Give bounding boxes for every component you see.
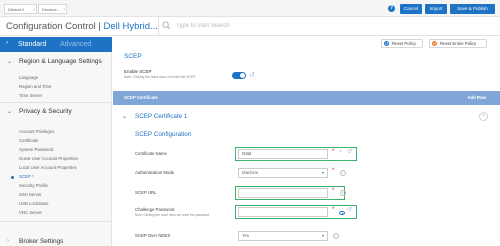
sidebar-item-security-profile[interactable]: Security Profile: [19, 183, 48, 189]
challenge-password-label: Challenge Password: [135, 207, 175, 212]
search-icon: [162, 21, 171, 30]
scep-url-input[interactable]: [238, 188, 328, 198]
required-icon: *: [332, 149, 335, 155]
chevron-down-icon: ⌄: [122, 114, 128, 120]
reset-entire-policy-button[interactable]: ↺ Reset Entire Policy: [429, 39, 487, 48]
undo-icon[interactable]: ↺: [347, 206, 352, 213]
challenge-password-note: Note: Clicking the reset does not reset …: [135, 213, 210, 217]
add-row-button[interactable]: Add Row: [467, 95, 486, 100]
chevron-right-icon[interactable]: ›: [6, 40, 8, 46]
tab-standard[interactable]: Standard: [18, 40, 46, 49]
selected-value: Yes: [242, 233, 250, 238]
tab-advanced[interactable]: Advanced: [60, 40, 91, 49]
divider: [158, 17, 159, 36]
help-icon[interactable]: ?: [388, 5, 395, 12]
required-icon: *: [332, 207, 335, 213]
chevron-down-icon: ▾: [321, 170, 324, 175]
toggle-knob: [240, 73, 245, 78]
bar-label: SCEP Certificate: [124, 95, 158, 100]
chevron-down-icon: ▾: [321, 233, 324, 238]
eye-icon[interactable]: [339, 211, 345, 215]
page-title: Configuration Control | Dell Hybrid...: [6, 21, 158, 32]
required-icon: *: [332, 168, 335, 174]
title-row: Configuration Control | Dell Hybrid...: [0, 17, 500, 36]
sidebar-item-vnc-server[interactable]: VNC Server: [19, 210, 42, 216]
clear-icon[interactable]: ×: [339, 149, 342, 155]
certificate-name-label: Certificate Name: [135, 151, 167, 156]
divider: [0, 221, 112, 222]
search-input[interactable]: [176, 20, 376, 32]
breadcrumb-label: Default 0: [8, 7, 25, 12]
import-button[interactable]: Import: [425, 4, 447, 14]
sidebar-item-system-password[interactable]: System Password: [19, 147, 53, 153]
button-label: Reset Entire Policy: [440, 41, 477, 46]
authentication-mode-select[interactable]: Machine ▾: [238, 168, 328, 178]
scep-certificate-1-header[interactable]: ⌄ SCEP Certificate 1 ×: [113, 112, 500, 124]
sidebar-section-label: Broker Settings: [19, 238, 64, 245]
enable-scep-note: Note: Clicking the reset does not reset …: [124, 75, 196, 79]
sidebar-section-region[interactable]: ⌄ Region & Language Settings: [0, 55, 112, 69]
chevron-down-icon: ⌄: [7, 59, 13, 65]
required-icon: *: [332, 188, 335, 194]
undo-icon[interactable]: ↺: [249, 71, 255, 79]
main-panel: ↺ Reset Policy ↺ Reset Entire Policy SCE…: [113, 37, 500, 246]
enable-scep-label: Enable SCEP: [124, 69, 152, 74]
chevron-down-icon: ⌄: [7, 109, 13, 115]
scep-certificate-bar: SCEP Certificate Add Row: [113, 91, 500, 105]
scep-url-label: SCEP URL: [135, 190, 157, 195]
enable-scep-toggle[interactable]: [232, 72, 246, 79]
breadcrumb-label: Devsure...: [42, 7, 61, 12]
certificate-name-input[interactable]: Gstd: [238, 149, 328, 159]
divider: [0, 102, 112, 103]
sidebar-section-label: Privacy & Security: [19, 108, 72, 115]
sidebar-item-guest-user[interactable]: Guest User Account Properties: [19, 156, 78, 162]
reset-policy-button[interactable]: ↺ Reset Policy: [381, 39, 423, 48]
sidebar-item-time-server[interactable]: Time Server: [19, 93, 42, 99]
save-publish-button[interactable]: Save & Publish: [450, 4, 495, 14]
sidebar-item-language[interactable]: Language: [19, 75, 38, 81]
sidebar-item-region-time[interactable]: Region and Time: [19, 84, 52, 90]
info-icon[interactable]: i: [333, 233, 339, 239]
scep-over-ndes-select[interactable]: Yes ▾: [238, 231, 328, 241]
sidebar-item-ssh-server[interactable]: SSH Server: [19, 192, 42, 198]
chevron-right-icon: ›: [7, 238, 9, 244]
top-bar: Default 0 › Devsure... › ? Cancel Import S…: [0, 0, 500, 17]
section-heading: SCEP Configuration: [135, 131, 192, 138]
sidebar-section-broker[interactable]: › Broker Settings: [0, 235, 112, 246]
authentication-mode-label: Authentication Mode: [135, 170, 175, 175]
sidebar: › Standard Advanced ⌄ Region & Language …: [0, 37, 112, 246]
sidebar-item-usb-lockdown[interactable]: USB Lockdown: [19, 201, 48, 207]
sidebar-section-label: Region & Language Settings: [19, 58, 102, 65]
reset-icon: ↺: [384, 41, 389, 46]
button-label: Reset Policy: [392, 41, 416, 46]
tab-bar: › Standard Advanced: [0, 37, 112, 52]
certificate-label: SCEP Certificate 1: [135, 113, 188, 120]
remove-icon[interactable]: ×: [479, 112, 488, 121]
reset-icon: ↺: [432, 41, 437, 46]
info-icon[interactable]: i: [340, 190, 346, 196]
undo-icon[interactable]: ↺: [347, 148, 352, 155]
page-title-device: Dell Hybrid...: [103, 21, 158, 32]
sidebar-item-scep[interactable]: SCEP *: [19, 174, 34, 180]
chevron-right-icon: ›: [33, 7, 35, 13]
breadcrumb-item-device[interactable]: Devsure... ›: [38, 4, 67, 14]
selected-value: Machine: [242, 170, 259, 175]
challenge-password-input[interactable]: [238, 207, 328, 217]
chevron-right-icon: ›: [63, 7, 65, 13]
sidebar-section-privacy[interactable]: ⌄ Privacy & Security: [0, 105, 112, 119]
page-title-prefix: Configuration Control |: [6, 21, 104, 32]
section-heading: SCEP: [124, 53, 142, 60]
cancel-button[interactable]: Cancel: [400, 4, 422, 14]
breadcrumb-item-default[interactable]: Default 0 ›: [4, 4, 37, 14]
sidebar-item-account-privileges[interactable]: Account Privileges: [19, 129, 54, 135]
info-icon[interactable]: i: [340, 170, 346, 176]
scep-over-ndes-label: SCEP Over NDES: [135, 233, 171, 238]
sidebar-item-local-user[interactable]: Local User Account Properties: [19, 165, 77, 171]
sidebar-item-certificate[interactable]: Certificate: [19, 138, 38, 144]
active-indicator: [11, 176, 14, 179]
